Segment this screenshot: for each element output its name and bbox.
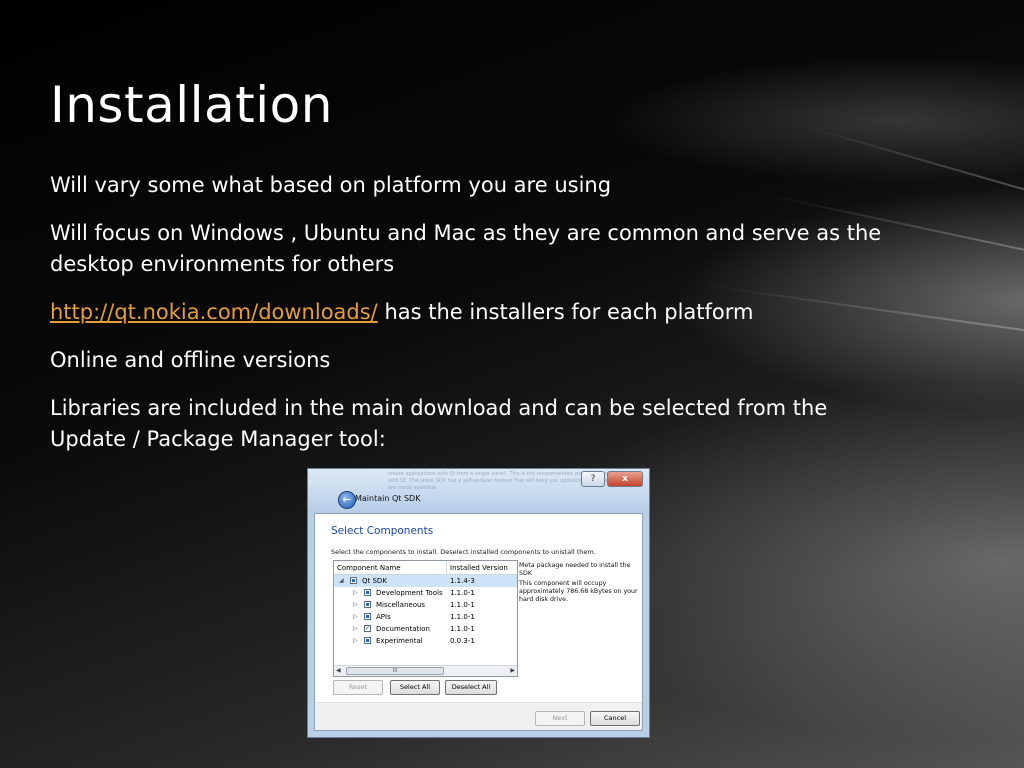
row-name: Development Tools [376,589,443,597]
row-name: Documentation [376,625,430,633]
tree-row-documentation[interactable]: ▷ ✓ Documentation 1.1.0-1 [334,623,517,635]
tree-row-experimental[interactable]: ▷ Experimental 0.0.3-1 [334,635,517,647]
checkbox-checked-icon[interactable]: ✓ [364,625,371,632]
tree-row-miscellaneous[interactable]: ▷ Miscellaneous 1.1.0-1 [334,599,517,611]
collapse-arrow-icon[interactable]: ◢ [339,577,344,584]
row-version: 1.1.4-3 [450,577,475,585]
tree-header: Component Name Installed Version [334,561,517,575]
slide-title: Installation [50,76,333,134]
maintain-qt-sdk-dialog: create applications with Qt from a singl… [307,468,650,738]
expand-arrow-icon[interactable]: ▷ [353,613,358,620]
window-controls: ? x [581,471,643,487]
checkbox-partial-icon[interactable] [364,637,371,644]
scroll-thumb[interactable]: III [346,667,444,675]
row-version: 0.0.3-1 [450,637,475,645]
bullet-item: Online and offline versions [50,348,331,372]
checkbox-partial-icon[interactable] [364,613,371,620]
bullet-item-text: has the installers for each platform [377,300,754,324]
scroll-left-icon[interactable]: ◀ [336,667,341,674]
row-name: APIs [376,613,391,621]
dialog-content: Select Components Select the components … [314,513,643,731]
bullet-list: Will vary some what based on platform yo… [50,170,890,472]
dialog-footer: Next Cancel [315,703,642,730]
next-button[interactable]: Next [535,711,585,726]
component-description: Meta package needed to install the SDK T… [519,562,643,606]
dialog-title: Maintain Qt SDK [355,494,421,503]
expand-arrow-icon[interactable]: ▷ [353,601,358,608]
checkbox-partial-icon[interactable] [364,601,371,608]
dialog-titlebar: create applications with Qt from a singl… [308,469,649,513]
tree-row-apis[interactable]: ▷ APIs 1.1.0-1 [334,611,517,623]
downloads-link[interactable]: http://qt.nokia.com/downloads/ [50,300,378,324]
bullet-item: Libraries are included in the main downl… [50,396,828,451]
horizontal-scrollbar[interactable]: ◀ III ▶ [334,665,517,676]
select-all-button[interactable]: Select All [390,680,440,695]
expand-arrow-icon[interactable]: ▷ [353,637,358,644]
column-divider [446,561,447,574]
description-line: This component will occupy approximately… [519,580,638,603]
column-header-name[interactable]: Component Name [337,564,401,572]
section-title: Select Components [331,525,434,537]
instruction-text: Select the components to install. Desele… [331,548,596,556]
component-tree[interactable]: Component Name Installed Version ◢ Qt SD… [333,560,518,677]
tree-row-development-tools[interactable]: ▷ Development Tools 1.1.0-1 [334,587,517,599]
expand-arrow-icon[interactable]: ▷ [353,589,358,596]
row-name: Miscellaneous [376,601,426,609]
cancel-button[interactable]: Cancel [590,711,640,726]
checkbox-partial-icon[interactable] [364,589,371,596]
close-button[interactable]: x [607,471,643,487]
row-version: 1.1.0-1 [450,589,475,597]
row-name: Qt SDK [362,577,387,585]
row-version: 1.1.0-1 [450,601,475,609]
row-name: Experimental [376,637,423,645]
row-version: 1.1.0-1 [450,625,475,633]
bullet-item: http://qt.nokia.com/downloads/ has the i… [50,297,890,328]
deselect-all-button[interactable]: Deselect All [445,680,497,695]
checkbox-partial-icon[interactable] [350,577,357,584]
reset-button[interactable]: Reset [333,680,383,695]
column-header-version[interactable]: Installed Version [450,564,508,572]
bullet-item: Will focus on Windows , Ubuntu and Mac a… [50,221,882,276]
scroll-right-icon[interactable]: ▶ [510,667,515,674]
description-line: Meta package needed to install the SDK [519,562,631,577]
back-arrow-icon[interactable]: ← [338,491,356,509]
bullet-item: Will vary some what based on platform yo… [50,173,612,197]
help-button[interactable]: ? [581,471,605,487]
expand-arrow-icon[interactable]: ▷ [353,625,358,632]
tree-row-qt-sdk[interactable]: ◢ Qt SDK 1.1.4-3 [334,575,517,587]
row-version: 1.1.0-1 [450,613,475,621]
